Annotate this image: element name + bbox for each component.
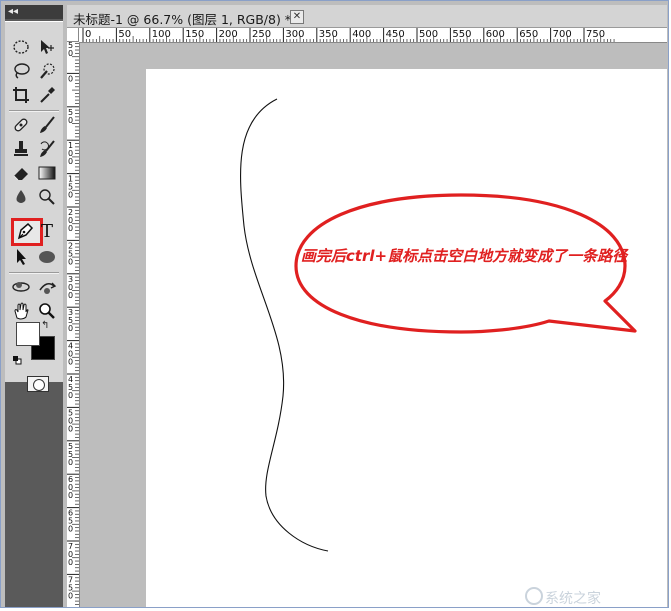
arrow-icon[interactable] <box>9 246 33 268</box>
quick-selection-icon[interactable] <box>35 60 59 82</box>
3d-orbit-icon[interactable] <box>35 276 59 298</box>
document-canvas[interactable] <box>146 69 667 607</box>
document-tab[interactable]: 未标题-1 @ 66.7% (图层 1, RGB/8) * ✕ <box>67 5 667 28</box>
tools-separator <box>9 272 59 274</box>
annotation-text: 画完后ctrl+鼠标点击空白地方就变成了一条路径 <box>300 247 628 265</box>
ruler-label: 450 <box>386 29 405 40</box>
ruler-label: 0 <box>68 49 73 58</box>
foreground-color-swatch[interactable] <box>16 322 40 346</box>
ruler-label: 100 <box>152 29 171 40</box>
ruler-label: 0 <box>68 191 73 200</box>
ruler-label: 0 <box>68 391 73 400</box>
tools-panel-header[interactable]: ◂◂ <box>5 5 63 19</box>
pasteboard <box>80 43 667 607</box>
ruler-label: 400 <box>352 29 371 40</box>
move-icon[interactable] <box>35 36 59 58</box>
eyedropper-icon[interactable] <box>35 84 59 106</box>
ruler-label: 650 <box>519 29 538 40</box>
ruler-origin[interactable] <box>67 28 79 42</box>
tools-separator <box>9 110 59 112</box>
ruler-label: 300 <box>285 29 304 40</box>
ruler-label: 0 <box>85 29 91 40</box>
vertical-ruler-ticks: 5005010015020025030035040045050055060065… <box>67 42 79 605</box>
document-window: 未标题-1 @ 66.7% (图层 1, RGB/8) * ✕ 0 50 100 15… <box>67 5 667 607</box>
ruler-label: 0 <box>68 424 73 433</box>
collapse-icon[interactable]: ◂◂ <box>8 6 18 18</box>
ruler-label: 600 <box>486 29 505 40</box>
ruler-label: 0 <box>68 116 73 125</box>
ellipse-shape-icon[interactable] <box>35 246 59 268</box>
drop-icon[interactable] <box>9 186 33 208</box>
ruler-label: 350 <box>319 29 338 40</box>
ruler-label: 550 <box>452 29 471 40</box>
ruler-label: 0 <box>68 525 73 534</box>
ruler-label: 0 <box>68 491 73 500</box>
dodge-icon[interactable] <box>35 186 59 208</box>
document-tab-title: 未标题-1 @ 66.7% (图层 1, RGB/8) * <box>73 12 292 27</box>
swap-colors-icon[interactable]: ↰ <box>41 320 49 331</box>
type-glyph: T <box>40 220 53 242</box>
stamp-icon[interactable] <box>9 138 33 160</box>
crop-icon[interactable] <box>9 84 33 106</box>
quick-mask-button[interactable] <box>27 376 49 392</box>
close-icon[interactable]: ✕ <box>290 10 304 24</box>
ruler-label: 0 <box>68 358 73 367</box>
brush-icon[interactable] <box>35 114 59 136</box>
ruler-label: 700 <box>553 29 572 40</box>
hand-icon[interactable] <box>9 300 33 322</box>
watermark-text: 系统之家 <box>545 591 601 607</box>
history-brush-icon[interactable] <box>35 138 59 160</box>
vertical-ruler[interactable]: 5005010015020025030035040045050055060065… <box>67 42 80 607</box>
ruler-label: 0 <box>68 458 73 467</box>
ruler-label: 0 <box>68 74 73 83</box>
marquee-ellipse-icon[interactable] <box>9 36 33 58</box>
ruler-label: 150 <box>185 29 204 40</box>
tools-panel: ◂◂ T ↰ <box>5 5 63 607</box>
type-icon[interactable]: T <box>35 220 59 242</box>
ruler-label: 0 <box>68 224 73 233</box>
horizontal-ruler-ticks: 0 50 100 150 200 250 300 350 400 450 500 550 600 650 7… <box>82 28 615 42</box>
ruler-label: 250 <box>252 29 271 40</box>
ruler-label: 0 <box>68 291 73 300</box>
gradient-icon[interactable] <box>35 162 59 184</box>
ruler-label: 500 <box>419 29 438 40</box>
horizontal-ruler[interactable]: 0 50 100 150 200 250 300 350 400 450 500 550 600 650 7… <box>79 28 667 43</box>
watermark: 系统之家 <box>521 585 665 609</box>
pen-icon[interactable] <box>13 220 37 242</box>
bandage-icon[interactable] <box>9 114 33 136</box>
3d-rotate-icon[interactable] <box>9 276 33 298</box>
ruler-label: 200 <box>219 29 238 40</box>
lasso-icon[interactable] <box>9 60 33 82</box>
ruler-label: 0 <box>68 257 73 266</box>
default-colors-icon[interactable] <box>13 352 22 365</box>
watermark-logo <box>525 587 543 605</box>
ruler-label: 0 <box>68 591 73 600</box>
ruler-label: 50 <box>118 29 131 40</box>
eraser-icon[interactable] <box>9 162 33 184</box>
ruler-label: 0 <box>68 324 73 333</box>
ruler-label: 0 <box>68 558 73 567</box>
ruler-label: 0 <box>68 157 73 166</box>
ruler-label: 750 <box>586 29 605 40</box>
tools-panel-body: T ↰ <box>5 21 63 392</box>
zoom-icon[interactable] <box>35 300 59 322</box>
screenshot-frame: ◂◂ T ↰ 未标题-1 @ 66.7% (图层 1, RGB/8) * ✕ 0… <box>0 0 669 608</box>
